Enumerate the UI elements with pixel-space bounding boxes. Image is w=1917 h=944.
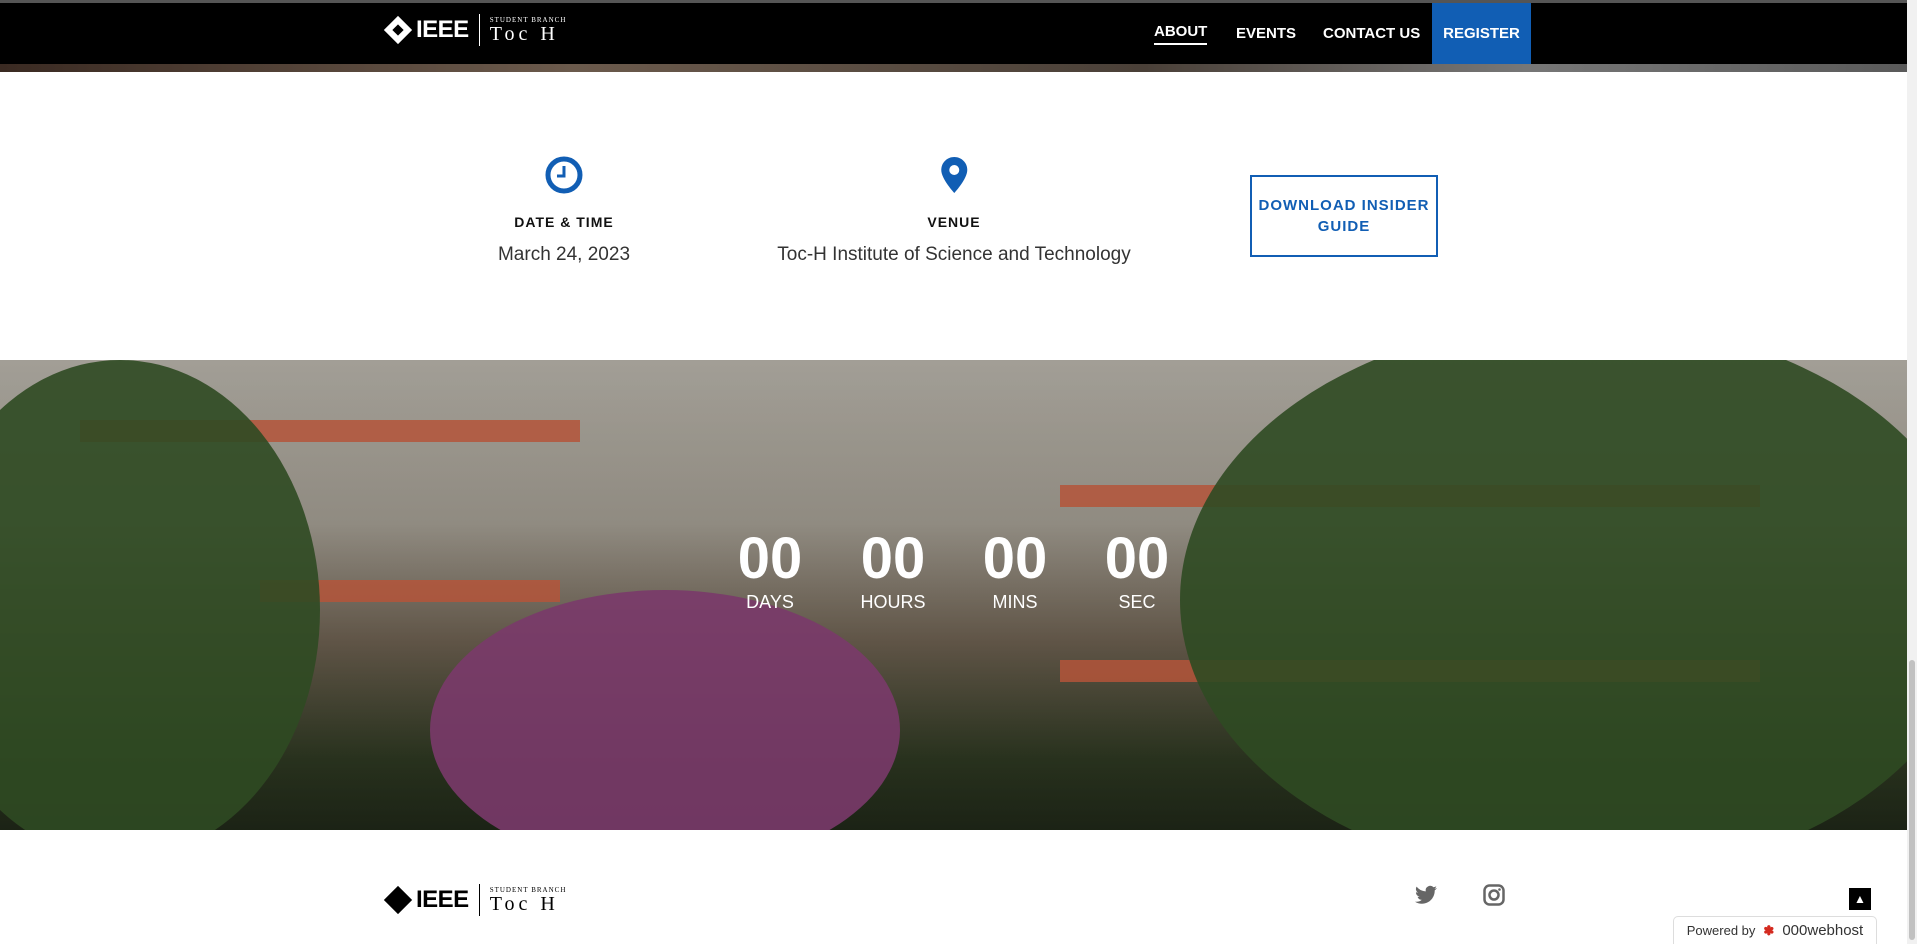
header-image-strip — [0, 64, 1907, 72]
ieee-diamond-icon — [383, 15, 413, 45]
back-to-top-button[interactable]: ▲ — [1849, 888, 1871, 910]
countdown-unit: HOURS — [860, 592, 926, 612]
instagram-icon[interactable] — [1483, 884, 1505, 911]
nav-events[interactable]: EVENTS — [1236, 25, 1296, 42]
logo-ieee-text: IEEE — [416, 886, 469, 913]
countdown-hours: 00 HOURS — [843, 530, 943, 613]
countdown-unit: MINS — [992, 592, 1038, 612]
venue-label: VENUE — [927, 214, 981, 230]
clock-icon — [545, 156, 583, 194]
map-pin-icon — [941, 157, 967, 193]
page-scrollbar[interactable] — [1907, 0, 1917, 944]
logo-name-text: Toc H — [489, 893, 559, 915]
powered-by-badge[interactable]: Powered by ✽ 000webhost — [1673, 916, 1877, 944]
countdown-value: 00 — [737, 526, 803, 591]
download-insider-guide-button[interactable]: DOWNLOAD INSIDER GUIDE — [1250, 175, 1438, 257]
countdown-value: 00 — [1104, 526, 1170, 591]
twitter-icon[interactable] — [1415, 885, 1437, 910]
date-time-block: DATE & TIME March 24, 2023 — [498, 155, 630, 266]
chevron-up-icon: ▲ — [1854, 892, 1866, 906]
webhost-logo-icon: ✽ — [1763, 922, 1775, 938]
logo-name-text: Toc H — [489, 23, 559, 45]
logo-divider — [478, 14, 480, 46]
site-header — [0, 3, 1907, 64]
countdown-sec: 00 SEC — [1087, 530, 1187, 613]
venue-value: Toc-H Institute of Science and Technolog… — [777, 244, 1131, 265]
countdown-value: 00 — [982, 526, 1048, 591]
countdown-unit: DAYS — [746, 592, 794, 612]
register-button[interactable]: REGISTER — [1432, 3, 1531, 64]
ieee-diamond-icon — [383, 885, 413, 915]
nav-contact-us[interactable]: CONTACT US — [1323, 25, 1420, 42]
scrollbar-thumb[interactable] — [1909, 660, 1915, 940]
countdown-value: 00 — [860, 526, 926, 591]
date-value: March 24, 2023 — [497, 244, 631, 265]
header-logo[interactable]: IEEE STUDENT BRANCH Toc H — [383, 14, 566, 46]
date-label: DATE & TIME — [514, 214, 614, 230]
logo-divider — [478, 884, 480, 916]
footer-logo[interactable]: IEEE STUDENT BRANCH Toc H — [383, 884, 566, 916]
countdown-days: 00 DAYS — [720, 530, 820, 613]
countdown-mins: 00 MINS — [965, 530, 1065, 613]
site-footer — [0, 830, 1907, 944]
powered-by-text: Powered by — [1686, 923, 1756, 938]
campus-hero-image — [0, 360, 1907, 830]
logo-ieee-text: IEEE — [416, 16, 469, 43]
countdown-unit: SEC — [1118, 592, 1156, 612]
webhost-brand: 000webhost — [1782, 922, 1864, 939]
nav-about[interactable]: ABOUT — [1154, 23, 1208, 45]
venue-block: VENUE Toc-H Institute of Science and Tec… — [777, 155, 1131, 266]
